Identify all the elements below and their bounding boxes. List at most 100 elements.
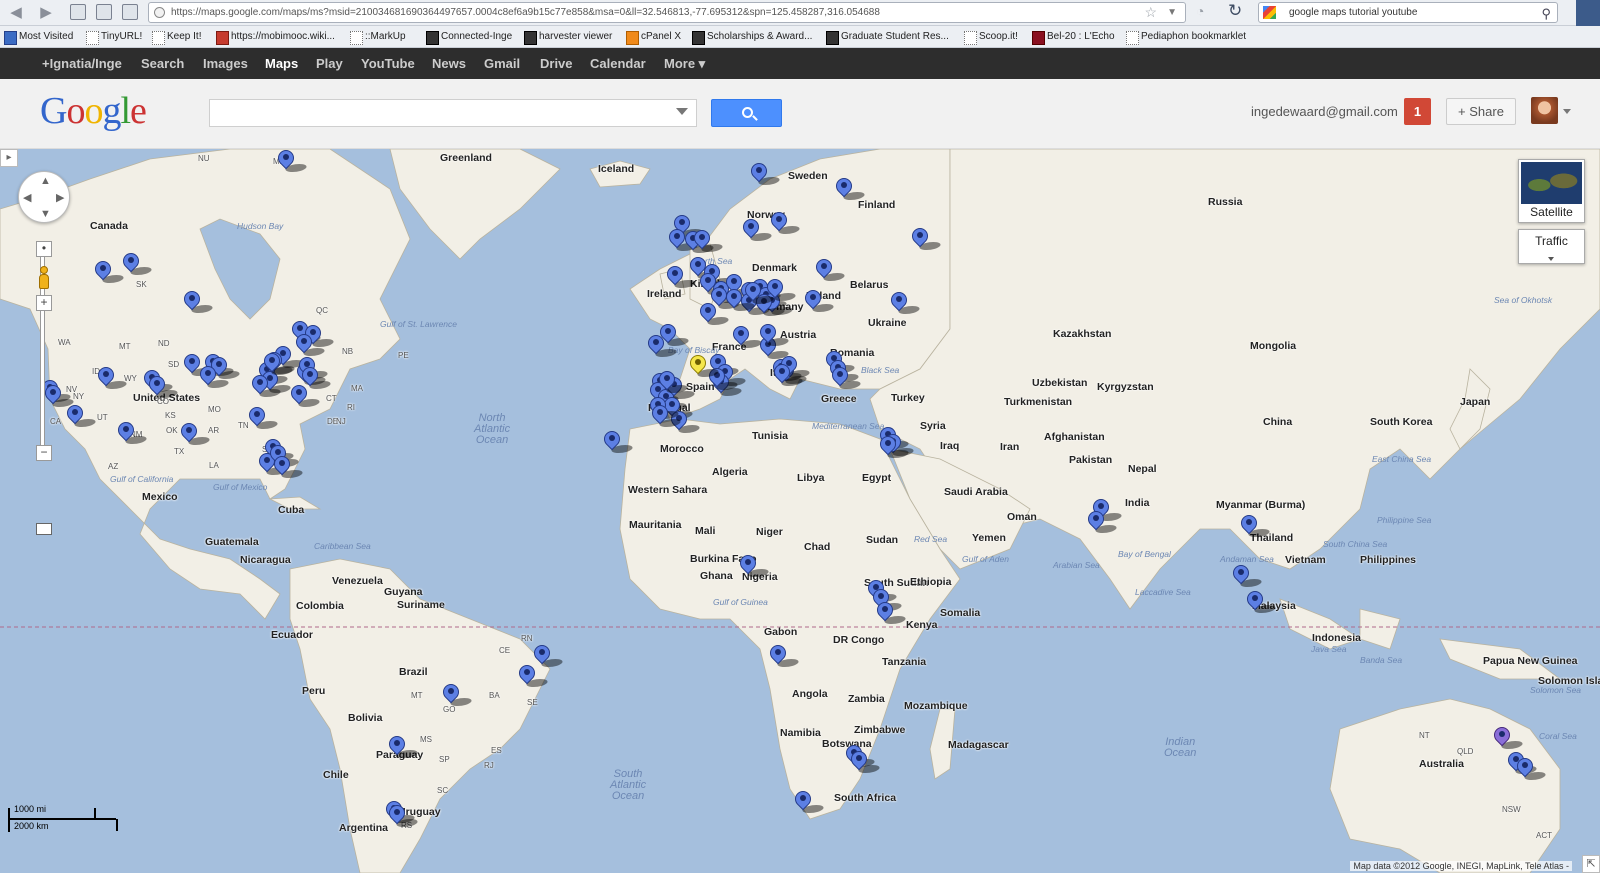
- gbar-calendar[interactable]: Calendar: [590, 48, 646, 79]
- bookmark-item[interactable]: cPanel X: [626, 30, 681, 45]
- map-marker-pin-icon[interactable]: [114, 418, 150, 446]
- bookmark-star-icon[interactable]: ☆: [1144, 3, 1157, 22]
- zoom-out-icon[interactable]: −: [36, 445, 52, 461]
- map-marker-pin-icon[interactable]: [656, 320, 692, 348]
- maps-search-input[interactable]: [209, 99, 697, 127]
- bookmark-item[interactable]: Scoop.it!: [964, 30, 1018, 45]
- map-marker-pin-icon[interactable]: [600, 427, 636, 455]
- map-marker-pin-icon[interactable]: [270, 452, 306, 480]
- map-marker-pin-icon[interactable]: [908, 224, 944, 252]
- bookmark-item[interactable]: https://mobimooc.wiki...: [216, 30, 335, 45]
- google-logo[interactable]: Google: [40, 89, 147, 133]
- bookmark-item[interactable]: Keep It!: [152, 30, 201, 45]
- share-button[interactable]: + Share: [1446, 98, 1516, 125]
- map-marker-pin-icon[interactable]: [812, 255, 848, 283]
- zoom-handle[interactable]: [36, 523, 52, 535]
- bookmark-item[interactable]: ::MarkUp: [350, 30, 406, 45]
- bookmark-item[interactable]: Scholarships & Award...: [692, 30, 812, 45]
- pan-up-icon[interactable]: ▲: [40, 175, 51, 187]
- map-marker-pin-icon[interactable]: [767, 208, 803, 236]
- url-dropdown-icon[interactable]: ▼: [1167, 3, 1177, 22]
- traffic-layer-button[interactable]: Traffic: [1518, 229, 1585, 264]
- map-marker-pin-icon[interactable]: [1513, 754, 1549, 782]
- bookmark-item[interactable]: Pediaphon bookmarklet: [1126, 30, 1246, 45]
- search-button[interactable]: [711, 99, 782, 127]
- magnifier-icon[interactable]: ⚲: [1541, 4, 1551, 23]
- map-marker-pin-icon[interactable]: [791, 787, 827, 815]
- expand-icon[interactable]: ⇱: [1582, 855, 1600, 873]
- map-marker-pin-icon[interactable]: [245, 403, 281, 431]
- browser-search-box[interactable]: google maps tutorial youtube ⚲: [1258, 2, 1558, 23]
- bookmark-item[interactable]: Connected-Inge: [426, 30, 512, 45]
- map-marker-pin-icon[interactable]: [690, 226, 726, 254]
- map-attribution[interactable]: Map data ©2012 Google, INEGI, MapLink, T…: [1350, 861, 1572, 871]
- gbar-images[interactable]: Images: [203, 48, 248, 79]
- map-marker-pin-icon[interactable]: [180, 287, 216, 315]
- map-marker-pin-icon[interactable]: [1084, 507, 1120, 535]
- gbar-profile[interactable]: +Ignatia/Inge: [42, 48, 122, 79]
- map-marker-pin-icon[interactable]: [1229, 561, 1265, 589]
- map-marker-pin-icon[interactable]: [248, 371, 284, 399]
- street-view-pegman-icon[interactable]: [36, 266, 52, 290]
- map-marker-pin-icon[interactable]: [1490, 723, 1526, 751]
- gbar-news[interactable]: News: [432, 48, 466, 79]
- map-marker-pin-icon[interactable]: [696, 299, 732, 327]
- map-marker-pin-icon[interactable]: [1243, 587, 1279, 615]
- map-marker-pin-icon[interactable]: [722, 285, 758, 313]
- gbar-search[interactable]: Search: [141, 48, 184, 79]
- map-marker-pin-icon[interactable]: [530, 641, 566, 669]
- map-marker-pin-icon[interactable]: [94, 363, 130, 391]
- map-marker-pin-icon[interactable]: [145, 372, 181, 400]
- bookmark-item[interactable]: Bel-20 : L'Echo: [1032, 30, 1115, 45]
- map-marker-pin-icon[interactable]: [287, 381, 323, 409]
- map-marker-pin-icon[interactable]: [1237, 511, 1273, 539]
- map-marker-pin-icon[interactable]: [766, 641, 802, 669]
- map-marker-pin-icon[interactable]: [119, 249, 155, 277]
- back-arrow-icon[interactable]: ◀: [6, 3, 26, 23]
- map-marker-pin-icon[interactable]: [887, 288, 923, 316]
- pan-down-icon[interactable]: ▼: [40, 208, 51, 220]
- map-marker-pin-icon[interactable]: [873, 598, 909, 626]
- map-marker-pin-icon[interactable]: [770, 360, 806, 388]
- location-icon[interactable]: •: [36, 241, 52, 257]
- map-marker-pin-icon[interactable]: [686, 351, 722, 379]
- map-marker-pin-icon[interactable]: [177, 419, 213, 447]
- map-marker-pin-icon[interactable]: [292, 330, 328, 358]
- chevron-down-icon[interactable]: [676, 108, 688, 115]
- sidebar-icon[interactable]: [96, 4, 112, 20]
- map-marker-pin-icon[interactable]: [274, 149, 310, 174]
- map-marker-pin-icon[interactable]: [63, 401, 99, 429]
- map-marker-pin-icon[interactable]: [801, 286, 837, 314]
- map-marker-pin-icon[interactable]: [729, 322, 765, 350]
- bookmark-item[interactable]: TinyURL!: [86, 30, 142, 45]
- map-marker-pin-icon[interactable]: [180, 350, 216, 378]
- user-email[interactable]: ingedewaard@gmail.com: [1251, 104, 1398, 119]
- map-marker-pin-icon[interactable]: [736, 551, 772, 579]
- avatar[interactable]: [1531, 97, 1558, 124]
- map-marker-pin-icon[interactable]: [663, 262, 699, 290]
- pan-left-icon[interactable]: ◀: [23, 191, 31, 204]
- map-marker-pin-icon[interactable]: [648, 401, 684, 429]
- bookmark-item[interactable]: Graduate Student Res...: [826, 30, 949, 45]
- map-marker-pin-icon[interactable]: [196, 362, 232, 390]
- pan-control[interactable]: ▲ ▼ ◀ ▶: [18, 171, 70, 223]
- map-marker-pin-icon[interactable]: [260, 349, 296, 377]
- map-marker-pin-icon[interactable]: [515, 661, 551, 689]
- map-marker-pin-icon[interactable]: [747, 159, 783, 187]
- map-marker-pin-icon[interactable]: [385, 732, 421, 760]
- side-panel-toggle[interactable]: ▸: [0, 149, 18, 167]
- map-marker-pin-icon[interactable]: [91, 257, 127, 285]
- tile-view-icon[interactable]: [70, 4, 86, 20]
- notification-badge[interactable]: 1: [1404, 98, 1431, 125]
- gbar-maps[interactable]: Maps: [265, 48, 298, 79]
- chevron-down-icon[interactable]: [1563, 109, 1571, 114]
- map-canvas[interactable]: Greenland Iceland Sweden Finland Norway Russi…: [0, 149, 1600, 873]
- gbar-more[interactable]: More ▾: [664, 48, 705, 79]
- reload-icon[interactable]: ↻: [1228, 1, 1242, 21]
- map-marker-pin-icon[interactable]: [739, 215, 775, 243]
- forward-arrow-icon[interactable]: ▶: [36, 3, 56, 23]
- map-marker-pin-icon[interactable]: [847, 747, 883, 775]
- zoom-in-icon[interactable]: +: [36, 295, 52, 311]
- map-marker-pin-icon[interactable]: [439, 680, 475, 708]
- gbar-play[interactable]: Play: [316, 48, 343, 79]
